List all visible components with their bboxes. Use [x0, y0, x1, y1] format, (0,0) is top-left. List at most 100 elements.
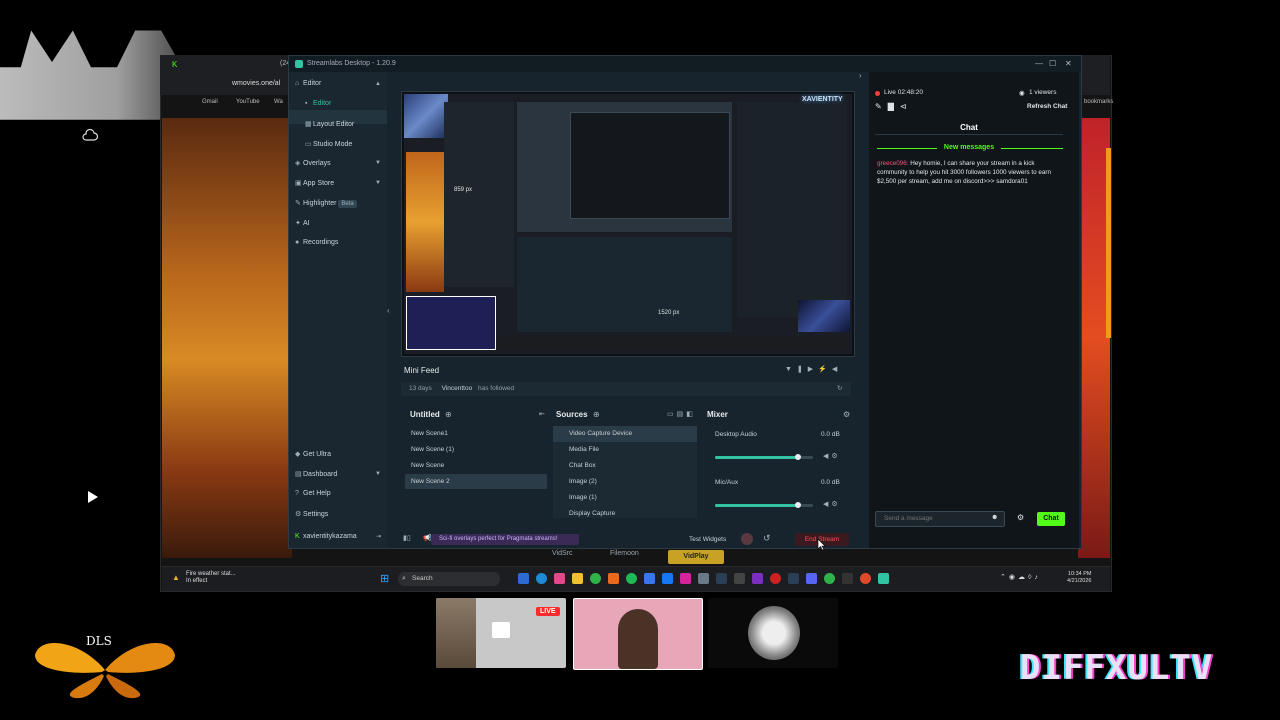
gear-icon[interactable]: ⚙: [843, 410, 850, 419]
refresh-chat-button[interactable]: Refresh Chat: [1027, 103, 1067, 110]
app-icon[interactable]: [842, 573, 853, 584]
url-bar[interactable]: wmovies.one/al: [232, 80, 280, 87]
chat-input[interactable]: [875, 511, 1005, 527]
scene-item[interactable]: New Scene: [405, 458, 547, 473]
instagram-icon[interactable]: [680, 573, 691, 584]
chrome-icon[interactable]: [824, 573, 835, 584]
stream-preview[interactable]: XAVIENTITY 859 px 1520 px: [401, 91, 855, 357]
play-icon[interactable]: [85, 490, 99, 504]
taskbar-clock[interactable]: 10:34 PM 4/21/2026: [1067, 571, 1091, 585]
streamlabs-icon[interactable]: [878, 573, 889, 584]
chrome-canary-icon[interactable]: [860, 573, 871, 584]
source-item[interactable]: Display Capture: [553, 506, 697, 522]
sidebar-item-studio-mode[interactable]: ▭Studio Mode: [305, 140, 352, 148]
source-item[interactable]: Chat Box: [553, 458, 697, 474]
file-explorer-icon[interactable]: [572, 573, 583, 584]
chat-username[interactable]: greece096:: [877, 160, 909, 167]
recordings-icon: ●: [295, 239, 300, 246]
selected-source-box[interactable]: [406, 296, 496, 350]
sidebar-item-ai[interactable]: ✦ AI: [295, 219, 310, 227]
mini-feed-controls[interactable]: ▼❚▶⚡◀: [785, 365, 842, 373]
app-icon[interactable]: [752, 573, 763, 584]
mute-icon[interactable]: ◀⚙: [823, 452, 841, 460]
chevron-down-icon[interactable]: ▼: [375, 471, 381, 477]
replay-icon[interactable]: ↺: [763, 533, 771, 544]
source-item[interactable]: Image (1): [553, 490, 697, 506]
facebook-icon[interactable]: [662, 573, 673, 584]
source-item[interactable]: Media File: [553, 442, 697, 458]
refresh-icon[interactable]: ↻: [837, 382, 842, 396]
weather-widget[interactable]: Fire weather stat... In effect: [186, 571, 236, 585]
opera-icon[interactable]: [770, 573, 781, 584]
chat-send-button[interactable]: Chat: [1037, 512, 1065, 526]
add-source-icon[interactable]: ⊕: [593, 410, 600, 419]
event-user[interactable]: Vincenttoo: [442, 385, 473, 392]
sidebar-item-highlighter[interactable]: ✎ Highlighter Beta: [295, 199, 357, 208]
promo-banner[interactable]: Sci-fi overlays perfect for Pragmata str…: [431, 534, 579, 545]
chevron-up-icon[interactable]: ▲: [375, 81, 381, 87]
sidebar-item-recordings[interactable]: ● Recordings: [295, 239, 338, 246]
app-icon[interactable]: [554, 573, 565, 584]
chevron-right-icon[interactable]: ›: [859, 71, 862, 80]
tab-vidplay[interactable]: VidPlay: [668, 550, 724, 564]
system-tray[interactable]: ⌃◉☁◊♪: [1000, 573, 1041, 581]
volume-slider-handle[interactable]: [795, 502, 802, 508]
chrome-icon[interactable]: [590, 573, 601, 584]
scenes-title[interactable]: Untitled: [410, 410, 440, 419]
logout-icon[interactable]: ⇥: [376, 533, 381, 540]
spotify-icon[interactable]: [626, 573, 637, 584]
close-icon[interactable]: ✕: [1065, 56, 1072, 72]
source-tools[interactable]: ▭▤◧: [667, 410, 696, 418]
sidebar-item-layout-editor[interactable]: ▦Layout Editor: [305, 120, 354, 128]
discord-icon[interactable]: [806, 573, 817, 584]
app-icon[interactable]: [788, 573, 799, 584]
kick-tab-icon[interactable]: K: [172, 60, 177, 69]
taskbar-search[interactable]: ⌕ Search: [398, 572, 500, 586]
sidebar-item-settings[interactable]: ⚙ Settings: [295, 510, 328, 518]
bookmark-gmail[interactable]: Gmail: [202, 99, 218, 105]
app-icon[interactable]: [698, 573, 709, 584]
bookmark-youtube[interactable]: YouTube: [236, 99, 260, 105]
scene-item[interactable]: New Scene1: [405, 426, 547, 441]
tab-vidsrc[interactable]: VidSrc: [552, 550, 573, 557]
test-widgets-button[interactable]: Test Widgets: [689, 536, 726, 543]
avatar-overlay: [404, 94, 448, 138]
scroll-indicator[interactable]: [1106, 148, 1111, 338]
chevron-down-icon[interactable]: ▼: [375, 160, 381, 166]
bookmarks-link[interactable]: bookmarks: [1084, 99, 1113, 105]
record-button[interactable]: [741, 533, 753, 545]
sidebar-item-app-store[interactable]: ▣App Store: [295, 179, 334, 187]
scene-item-selected[interactable]: New Scene 2: [405, 474, 547, 489]
mute-icon[interactable]: ◀⚙: [823, 500, 841, 508]
sidebar-item-editor[interactable]: ▪ Editor: [305, 100, 331, 107]
tab-filemoon[interactable]: Filemoon: [610, 550, 639, 557]
scene-item[interactable]: New Scene (1): [405, 442, 547, 457]
minimize-icon[interactable]: —: [1035, 56, 1043, 72]
maximize-icon[interactable]: ☐: [1049, 56, 1056, 72]
task-view-icon[interactable]: [518, 573, 529, 584]
sidebar-item-get-ultra[interactable]: ◆ Get Ultra: [295, 450, 331, 458]
sidebar-item-overlays[interactable]: ◈ Overlays: [295, 159, 331, 167]
stats-icon[interactable]: ▮▯: [403, 534, 411, 542]
store-icon[interactable]: [644, 573, 655, 584]
sidebar-section-editor[interactable]: ⌂ Editor: [295, 80, 321, 87]
source-item[interactable]: Image (2): [553, 474, 697, 490]
sidebar-item-dashboard[interactable]: ▤Dashboard: [295, 470, 337, 478]
steam-icon[interactable]: [716, 573, 727, 584]
chevron-left-icon[interactable]: ‹: [387, 306, 390, 315]
app-icon[interactable]: [734, 573, 745, 584]
sidebar-user[interactable]: Kxavientitykazama: [295, 533, 357, 540]
chat-tools[interactable]: ✎▇⊲: [875, 102, 913, 111]
bookmark-wa[interactable]: Wa: [274, 99, 283, 105]
app-icon[interactable]: [608, 573, 619, 584]
edge-icon[interactable]: [536, 573, 547, 584]
volume-slider-handle[interactable]: [795, 454, 802, 460]
gear-icon[interactable]: ⚙: [1017, 513, 1024, 522]
emoji-icon[interactable]: ☻: [991, 514, 998, 521]
chevron-down-icon[interactable]: ▼: [375, 180, 381, 186]
sidebar-item-get-help[interactable]: ? Get Help: [295, 490, 331, 497]
collapse-icon[interactable]: ⇤: [539, 410, 545, 418]
add-scene-icon[interactable]: ⊕: [445, 410, 452, 419]
windows-start-icon[interactable]: ⊞: [380, 572, 389, 585]
source-item-selected[interactable]: Video Capture Device: [553, 426, 697, 442]
